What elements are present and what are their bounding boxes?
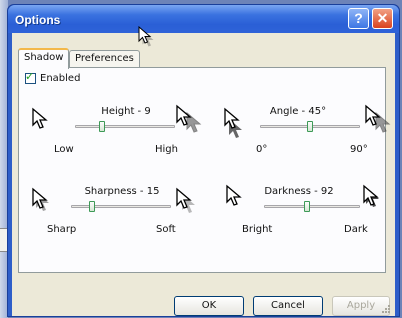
cursor-angle-icon [224,107,242,138]
height-slider[interactable] [75,121,175,132]
darkness-slider[interactable] [264,201,360,212]
enabled-label: Enabled [40,73,81,84]
angle-slider-thumb[interactable] [307,121,313,132]
height-label: Height - 9 [101,106,151,117]
tab-preferences[interactable]: Preferences [69,50,140,67]
sharpness-label: Sharpness - 15 [84,186,160,197]
angle-max-label: 90° [350,144,368,155]
darkness-max-label: Dark [344,224,368,235]
cursor-high-shadow-icon [176,104,202,133]
cursor-angle-shadow-icon [365,104,391,133]
title-bar[interactable]: Options ? ✕ [8,5,399,33]
resize-grip-icon[interactable] [381,304,391,314]
cursor-bright-icon [226,184,242,206]
darkness-label: Darkness - 92 [264,186,334,197]
cursor-sharp-icon [32,187,49,211]
help-icon: ? [354,10,363,26]
height-slider-thumb[interactable] [99,121,106,132]
height-max-label: High [155,144,178,155]
close-icon: ✕ [376,10,389,26]
angle-label: Angle - 45° [269,106,327,117]
tab-shadow[interactable]: Shadow [18,48,70,69]
darkness-min-label: Bright [242,224,273,235]
checkmark-icon: ✓ [25,70,35,83]
enabled-checkbox[interactable]: ✓ [25,70,36,84]
cursor-soft-icon [176,187,195,213]
help-button[interactable]: ? [348,8,369,29]
cancel-button[interactable]: Cancel [253,296,323,316]
height-min-label: Low [54,144,74,155]
cursor-dark-icon [363,184,379,207]
ok-button[interactable]: OK [174,296,244,316]
mouse-pointer-icon [138,26,154,47]
sharpness-slider[interactable] [71,201,171,212]
shadow-panel: ✓ Enabled Height - 9 Low High Angle - 45… [18,67,391,273]
enabled-option[interactable]: ✓ Enabled [25,70,81,84]
angle-slider[interactable] [260,121,360,132]
sharpness-max-label: Soft [156,224,176,235]
angle-min-label: 0° [256,144,268,155]
dialog-body: Shadow Preferences ✓ Enabled Height - 9 … [12,33,395,316]
close-button[interactable]: ✕ [372,8,393,29]
sharpness-min-label: Sharp [47,224,77,235]
cursor-no-shadow-icon [32,107,48,129]
window-title: Options [15,13,61,27]
options-dialog: Options ? ✕ Shadow Preferences ✓ Enabled… [7,4,400,317]
darkness-slider-thumb[interactable] [304,201,311,212]
sharpness-slider-thumb[interactable] [88,201,95,212]
